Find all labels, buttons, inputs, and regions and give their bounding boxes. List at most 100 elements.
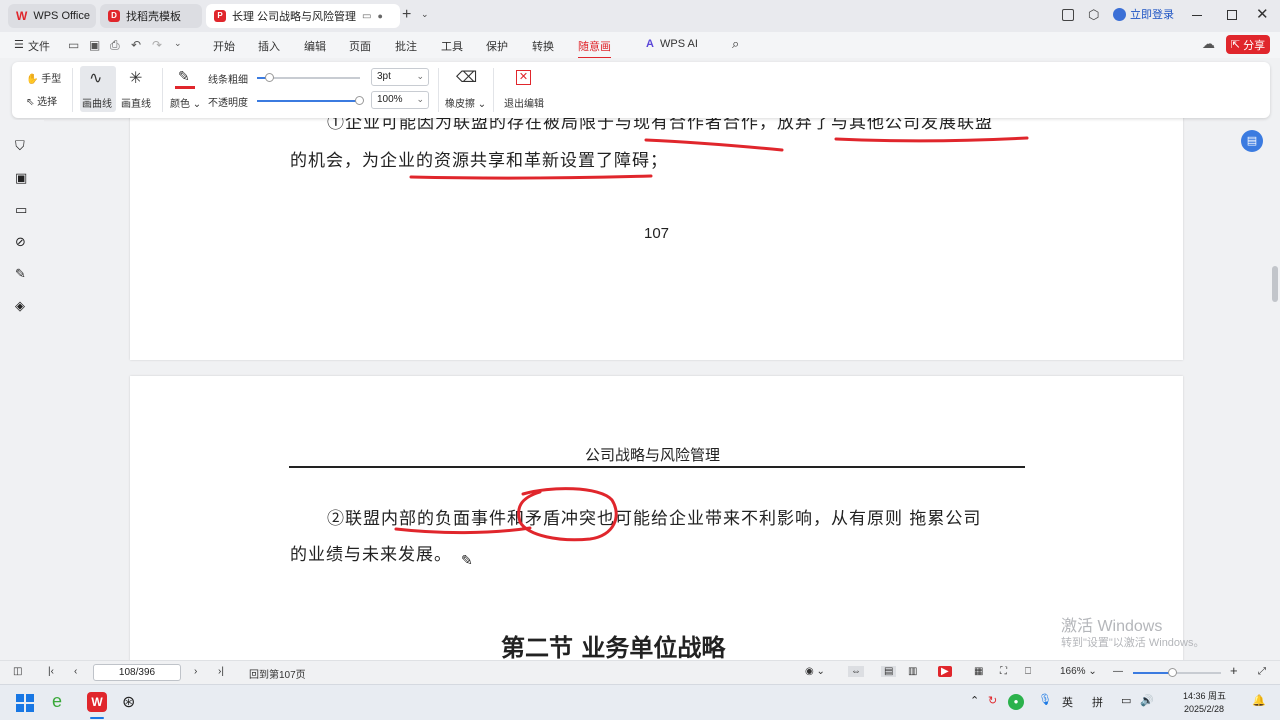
zoom-out-icon[interactable]: —	[1113, 666, 1123, 677]
menu-convert[interactable]: 转换	[532, 38, 554, 54]
hamburger-icon[interactable]: ☰	[14, 38, 24, 51]
pen-cursor-icon: ✎	[461, 552, 473, 568]
chevron-down-icon: ⌄	[416, 94, 424, 104]
menu-start[interactable]: 开始	[213, 38, 235, 54]
status-bar: ◫ |‹ ‹ 108/396 › ›| 回到第107页 ◉ ⌄ ⇔ ▤ ▥ ▶ …	[0, 660, 1280, 684]
exit-edit-button[interactable]: ✕ 退出编辑	[501, 66, 549, 112]
share-button[interactable]: ⇱ 分享	[1226, 35, 1270, 54]
menu-page[interactable]: 页面	[349, 38, 371, 54]
sidebar-toggle-icon[interactable]: ◫	[13, 666, 22, 677]
wps-taskbar-icon[interactable]: W	[87, 692, 107, 712]
next-page-icon[interactable]: ›	[194, 666, 197, 677]
network-icon[interactable]: ▭	[1121, 694, 1131, 707]
back-to-page-link[interactable]: 回到第107页	[249, 666, 306, 681]
tab-template[interactable]: D 找稻壳模板	[100, 4, 202, 28]
page-number-field[interactable]: 108/396	[93, 664, 181, 681]
ime-language[interactable]: 英	[1062, 694, 1073, 710]
opacity-slider-knob[interactable]	[355, 96, 364, 105]
zoom-value[interactable]: 166% ⌄	[1060, 666, 1097, 677]
media-app-icon[interactable]: ⊛	[122, 692, 135, 712]
bookmark-page-icon[interactable]: ⎕	[1025, 666, 1031, 677]
cloud-upload-icon[interactable]: ☁	[1202, 36, 1215, 52]
opacity-combo[interactable]: 100% ⌄	[371, 91, 429, 109]
restore-icon[interactable]	[1227, 10, 1237, 20]
start-icon[interactable]	[16, 694, 34, 712]
bookmark-icon[interactable]: ⛉	[15, 138, 29, 153]
fit-width-icon[interactable]: ⇔	[848, 666, 864, 677]
tray-arrow-icon[interactable]: ⌃	[970, 694, 979, 707]
minimize-icon[interactable]	[1192, 15, 1202, 16]
open-icon[interactable]: ▭	[68, 38, 79, 52]
prev-page-icon[interactable]: ‹	[74, 666, 77, 677]
close-icon[interactable]: ✕	[1256, 5, 1269, 23]
menu-edit[interactable]: 编辑	[304, 38, 326, 54]
ime-mode[interactable]: 拼	[1092, 694, 1103, 710]
zoom-slider-fill	[1133, 672, 1173, 674]
menu-protect[interactable]: 保护	[486, 38, 508, 54]
menu-insert[interactable]: 插入	[258, 38, 280, 54]
stroke-slider[interactable]	[257, 73, 360, 82]
stroke-combo[interactable]: 3pt ⌄	[371, 68, 429, 86]
color-picker[interactable]: ✎ 颜色 ⌄	[170, 66, 202, 112]
print-icon[interactable]: ⎙	[110, 38, 120, 53]
attachment-icon[interactable]: ⊘	[15, 234, 29, 249]
cube-icon[interactable]: ⬡	[1088, 7, 1099, 23]
volume-icon[interactable]: 🔊	[1140, 694, 1154, 707]
chevron-down-icon[interactable]: ⌄	[421, 9, 429, 20]
menu-freehand[interactable]: 随意画	[578, 38, 611, 59]
redo-icon[interactable]: ↷	[152, 38, 162, 52]
dot-icon[interactable]: ●	[377, 11, 382, 21]
clock-time[interactable]: 14:36 周五	[1183, 689, 1226, 702]
comment-icon[interactable]: ▭	[15, 202, 29, 217]
monitor-icon[interactable]: ▭	[362, 11, 371, 22]
scroll-thumb[interactable]	[1272, 266, 1278, 302]
tab-document[interactable]: P 长理 公司战略与风险管理教 ▭ ●	[206, 4, 400, 28]
save-icon[interactable]: ▣	[89, 38, 100, 52]
starburst-icon: ✳	[129, 70, 143, 87]
tray-app-icon[interactable]: ↻	[988, 694, 997, 707]
layers-icon[interactable]: ◈	[15, 298, 29, 313]
expand-icon[interactable]: ⤢	[1258, 666, 1266, 677]
login-button[interactable]: 立即登录	[1113, 6, 1174, 22]
vertical-scrollbar[interactable]	[1270, 120, 1280, 660]
new-tab-icon[interactable]: +	[402, 6, 411, 24]
wps-active-indicator	[90, 717, 104, 719]
single-page-icon[interactable]: ▤	[881, 666, 897, 677]
menu-tools[interactable]: 工具	[441, 38, 463, 54]
search-icon[interactable]: ⌕	[732, 36, 739, 52]
clock-date[interactable]: 2025/2/28	[1184, 704, 1224, 714]
tab-wps-office[interactable]: W WPS Office	[8, 4, 96, 28]
tray-chat-icon[interactable]: ●	[1008, 694, 1024, 710]
undo-icon[interactable]: ↶	[131, 38, 141, 52]
docer-icon: D	[108, 10, 120, 22]
eye-icon[interactable]: ◉ ⌄	[805, 666, 825, 677]
fullscreen-icon[interactable]: ⛶	[1000, 666, 1007, 677]
select-tool[interactable]: ⇖ 选择	[26, 93, 57, 108]
zoom-slider-knob[interactable]	[1167, 668, 1177, 677]
draw-line-button[interactable]: ✳ 画直线	[119, 66, 155, 112]
hand-tool[interactable]: ✋ 手型	[26, 70, 61, 85]
eraser-button[interactable]: ⌫ 橡皮擦 ⌄	[444, 66, 488, 112]
stroke-slider-knob[interactable]	[265, 73, 275, 82]
ink-stroke	[644, 138, 784, 152]
zoom-slider[interactable]	[1133, 668, 1221, 677]
menu-file[interactable]: 文件	[28, 38, 50, 54]
signature-icon[interactable]: ✎	[15, 266, 29, 281]
menu-annotate[interactable]: 批注	[395, 38, 417, 54]
two-page-icon[interactable]: ▥	[908, 666, 917, 677]
play-icon[interactable]: ▶	[938, 666, 952, 677]
last-page-icon[interactable]: ›|	[218, 666, 224, 677]
opacity-slider[interactable]	[257, 96, 364, 105]
window-layout-icon[interactable]	[1062, 9, 1074, 21]
menu-wps-ai[interactable]: WPS AI	[660, 38, 698, 50]
first-page-icon[interactable]: |‹	[48, 666, 54, 677]
mic-icon[interactable]: 🎙	[1038, 693, 1052, 706]
floating-assistant-icon[interactable]: ▤	[1241, 130, 1263, 152]
zoom-in-icon[interactable]: +	[1230, 663, 1238, 678]
browser-icon[interactable]: e	[52, 691, 62, 712]
more-chevron-icon[interactable]: ⌄	[174, 38, 182, 49]
notification-icon[interactable]: 🔔	[1252, 694, 1266, 707]
thumbnail-icon[interactable]: ▣	[15, 170, 29, 185]
grid-view-icon[interactable]: ▦	[974, 666, 983, 677]
draw-curve-button[interactable]: ∿ 画曲线	[80, 66, 116, 112]
